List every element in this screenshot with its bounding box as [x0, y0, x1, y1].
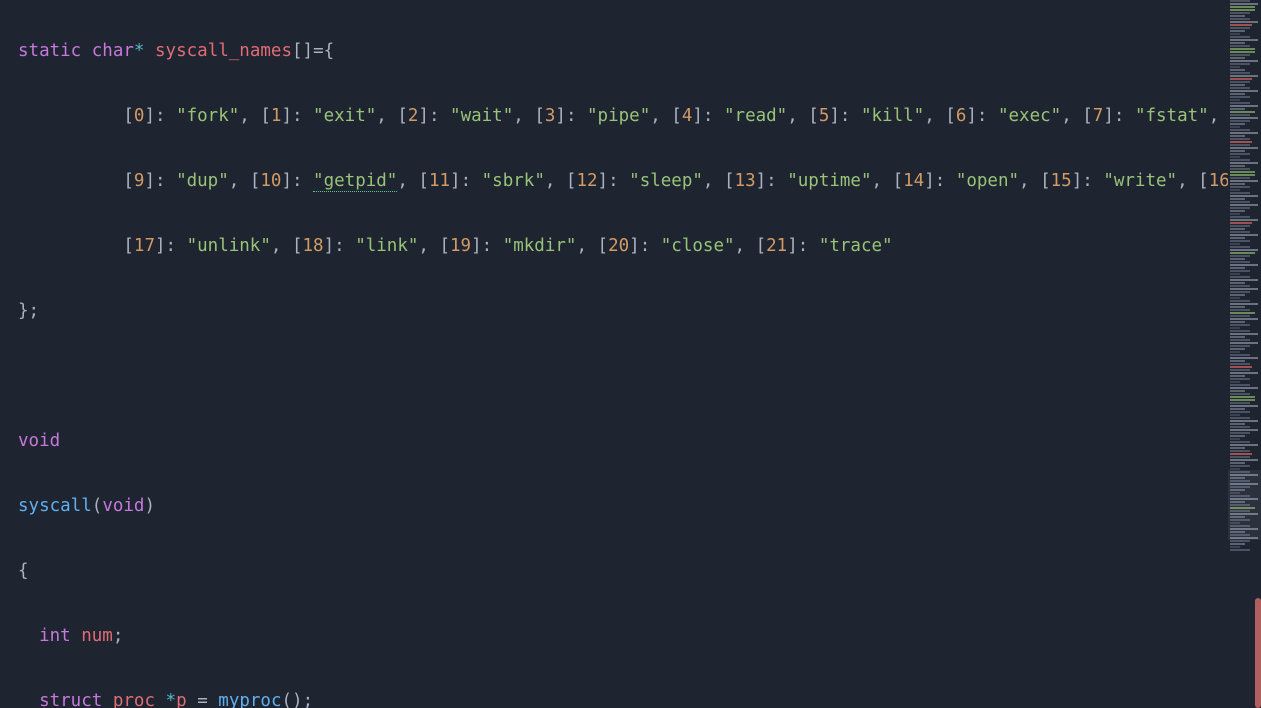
code-line: static char* syscall_names[]={: [18, 35, 1228, 68]
code-line: [0]: "fork", [1]: "exit", [2]: "wait", […: [18, 100, 1228, 133]
code-line: void: [18, 425, 1228, 458]
code-line: syscall(void): [18, 490, 1228, 523]
code-line: struct proc *p = myproc();: [18, 685, 1228, 708]
code-line: {: [18, 555, 1228, 588]
code-line: [17]: "unlink", [18]: "link", [19]: "mkd…: [18, 230, 1228, 263]
minimap[interactable]: [1228, 0, 1261, 708]
code-line: [9]: "dup", [10]: "getpid", [11]: "sbrk"…: [18, 165, 1228, 198]
code-editor[interactable]: static char* syscall_names[]={ [0]: "for…: [0, 0, 1228, 708]
minimap-scrollbar[interactable]: [1255, 598, 1261, 708]
code-line: int num;: [18, 620, 1228, 653]
minimap-content: [1228, 0, 1261, 551]
minimap-viewport[interactable]: [1228, 470, 1261, 540]
code-line: };: [18, 295, 1228, 328]
code-line: [18, 360, 1228, 393]
